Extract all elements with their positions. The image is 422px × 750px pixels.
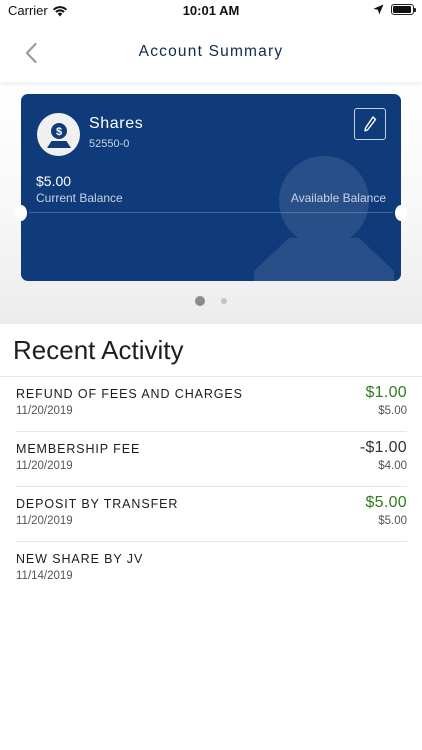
activity-date: 11/14/2019 (16, 570, 73, 582)
activity-date: 11/20/2019 (16, 405, 73, 417)
status-time: 10:01 AM (182, 3, 240, 18)
account-name: Shares (89, 115, 144, 132)
activity-description: NEW SHARE BY JV (16, 552, 144, 566)
card-notch-right (395, 205, 407, 221)
activity-row[interactable]: REFUND OF FEES AND CHARGES 11/20/2019 $1.0… (16, 377, 407, 432)
edit-account-button[interactable] (354, 108, 386, 140)
activity-amount: $1.00 (365, 384, 407, 401)
page-indicator[interactable] (0, 296, 422, 306)
battery-icon (391, 4, 416, 15)
card-watermark-icon (249, 146, 399, 281)
available-balance-label: Available Balance (290, 191, 386, 205)
activity-row[interactable]: DEPOSIT BY TRANSFER 11/20/2019 $5.00 $5.00 (16, 487, 407, 542)
account-number: 52550-0 (89, 138, 130, 150)
current-balance-amount: $5.00 (36, 173, 72, 189)
page-dot[interactable] (221, 298, 227, 304)
activity-balance: $4.00 (378, 460, 407, 472)
pencil-icon (364, 116, 377, 132)
activity-date: 11/20/2019 (16, 515, 73, 527)
page-dot[interactable] (195, 296, 205, 306)
recent-activity-heading: Recent Activity (13, 335, 184, 365)
page-title: Account Summary (138, 43, 284, 60)
battery-level (393, 6, 412, 13)
activity-amount: -$1.00 (359, 439, 407, 456)
activity-row[interactable]: MEMBERSHIP FEE 11/20/2019 -$1.00 $4.00 (16, 432, 407, 487)
activity-date: 11/20/2019 (16, 460, 73, 472)
svg-text:$: $ (55, 126, 61, 138)
activity-balance: $5.00 (378, 405, 407, 417)
activity-description: MEMBERSHIP FEE (16, 442, 141, 456)
current-balance-label: Current Balance (36, 191, 123, 205)
activity-amount: $5.00 (365, 494, 407, 511)
activity-list: REFUND OF FEES AND CHARGES 11/20/2019 $1.0… (16, 377, 407, 597)
money-hand-icon: $ (37, 113, 80, 156)
status-right-group (373, 4, 416, 15)
location-arrow-icon (373, 4, 384, 15)
account-carousel[interactable]: $ Shares 52550-0 $5.00 Current Balance A… (0, 82, 422, 324)
card-notch-left (15, 205, 27, 221)
activity-row[interactable]: NEW SHARE BY JV 11/14/2019 (16, 542, 407, 597)
account-card[interactable]: $ Shares 52550-0 $5.00 Current Balance A… (21, 94, 401, 281)
activity-description: REFUND OF FEES AND CHARGES (16, 387, 243, 401)
nav-bar: Account Summary (0, 22, 422, 82)
card-divider (29, 212, 393, 213)
activity-description: DEPOSIT BY TRANSFER (16, 497, 179, 511)
status-bar: Carrier 10:01 AM (0, 0, 422, 22)
activity-balance: $5.00 (378, 515, 407, 527)
